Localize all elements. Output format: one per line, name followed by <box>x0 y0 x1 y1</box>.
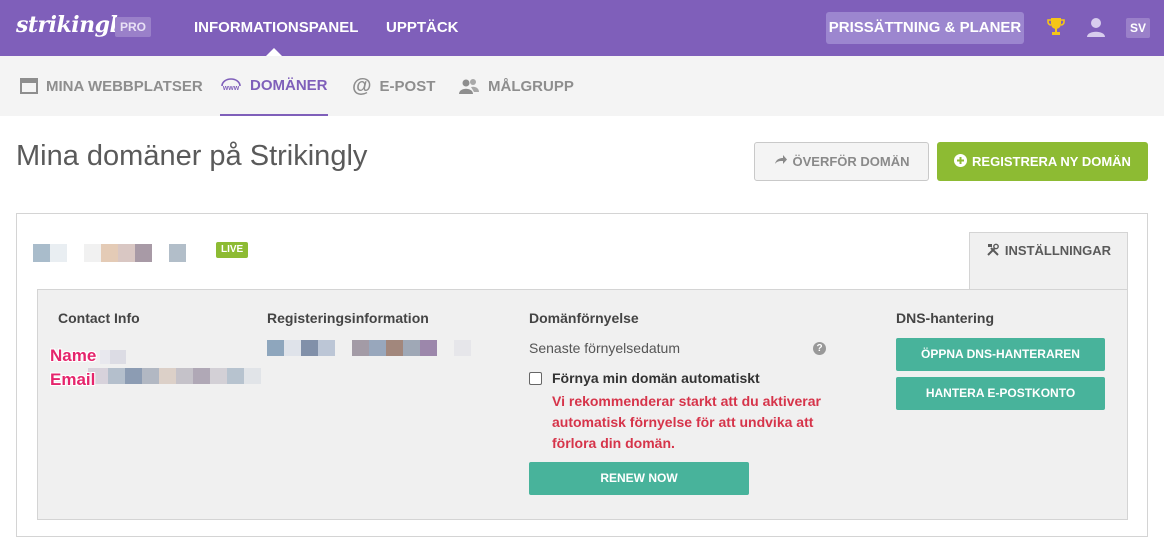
name-annotation: Name <box>50 346 97 365</box>
page-title: Mina domäner på Strikingly <box>16 140 368 172</box>
contact-name-redacted <box>100 350 126 364</box>
tab-audience[interactable]: MÅLGRUPP <box>458 56 574 116</box>
svg-text:www: www <box>222 85 240 92</box>
tab-email[interactable]: @ E-POST <box>352 56 435 116</box>
tab-domains[interactable]: www DOMÄNER <box>220 56 328 116</box>
tools-icon <box>986 243 1000 260</box>
transfer-domain-button[interactable]: ÖVERFÖR DOMÄN <box>754 142 929 181</box>
trophy-icon[interactable] <box>1046 16 1066 38</box>
domain-renewal-title: Domänförnyelse <box>529 310 639 326</box>
domain-card: LIVE INSTÄLLNINGAR Contact Info Name Ema… <box>16 213 1148 537</box>
user-icon[interactable] <box>1086 16 1106 38</box>
live-status-badge: LIVE <box>216 242 249 258</box>
open-dns-manager-button[interactable]: ÖPPNA DNS-HANTERAREN <box>896 338 1105 371</box>
latest-renewal-date-label: Senaste förnyelsedatum <box>529 340 680 356</box>
pricing-plans-button[interactable]: PRISSÄTTNING & PLANER <box>826 12 1024 44</box>
contact-email-redacted <box>88 368 261 384</box>
register-domain-button[interactable]: REGISTRERA NY DOMÄN <box>937 142 1148 181</box>
settings-tab-label: INSTÄLLNINGAR <box>1004 243 1112 258</box>
nav-discover[interactable]: UPPTÄCK <box>386 0 459 56</box>
tab-my-websites-label: MINA WEBBPLATSER <box>46 77 203 95</box>
domain-name-redacted <box>33 244 203 262</box>
active-nav-caret <box>266 48 282 56</box>
dns-management-title: DNS-hantering <box>896 310 994 326</box>
tab-email-label: E-POST <box>379 77 436 95</box>
browser-window-icon <box>20 78 38 94</box>
registration-info-title: Registeringsinformation <box>267 310 429 326</box>
sub-navigation: MINA WEBBPLATSER www DOMÄNER @ E-POST MÅ… <box>0 56 1164 116</box>
tab-my-websites[interactable]: MINA WEBBPLATSER <box>20 56 203 116</box>
register-domain-label: REGISTRERA NY DOMÄN <box>972 154 1131 169</box>
manage-email-account-button[interactable]: HANTERA E-POSTKONTO <box>896 377 1105 410</box>
plus-circle-icon <box>954 153 968 170</box>
top-bar: strikingly PRO INFORMATIONSPANEL UPPTÄCK… <box>0 0 1164 56</box>
auto-renew-checkbox[interactable] <box>529 372 542 385</box>
auto-renew-warning: Vi rekommenderar starkt att du aktiverar… <box>552 393 821 451</box>
domain-details-panel: Contact Info Name Email Registeringsinfo… <box>37 289 1128 520</box>
tab-domains-label: DOMÄNER <box>250 76 328 94</box>
www-globe-icon: www <box>220 77 242 93</box>
at-sign-icon: @ <box>352 74 372 97</box>
transfer-domain-label: ÖVERFÖR DOMÄN <box>792 154 910 169</box>
email-annotation: Email <box>50 370 96 389</box>
pro-badge: PRO <box>115 17 152 37</box>
auto-renew-label[interactable]: Förnya min domän automatiskt <box>552 370 760 386</box>
arrow-right-icon <box>774 154 787 169</box>
strikingly-logo[interactable]: strikingly <box>16 12 130 38</box>
help-icon[interactable]: ? <box>813 342 826 355</box>
language-selector[interactable]: SV <box>1126 18 1150 38</box>
tab-audience-label: MÅLGRUPP <box>488 77 574 95</box>
users-icon <box>458 78 480 94</box>
registration-info-redacted <box>267 340 471 356</box>
contact-info-title: Contact Info <box>58 310 140 326</box>
renew-now-button[interactable]: RENEW NOW <box>529 462 749 495</box>
settings-tab[interactable]: INSTÄLLNINGAR <box>969 232 1128 290</box>
